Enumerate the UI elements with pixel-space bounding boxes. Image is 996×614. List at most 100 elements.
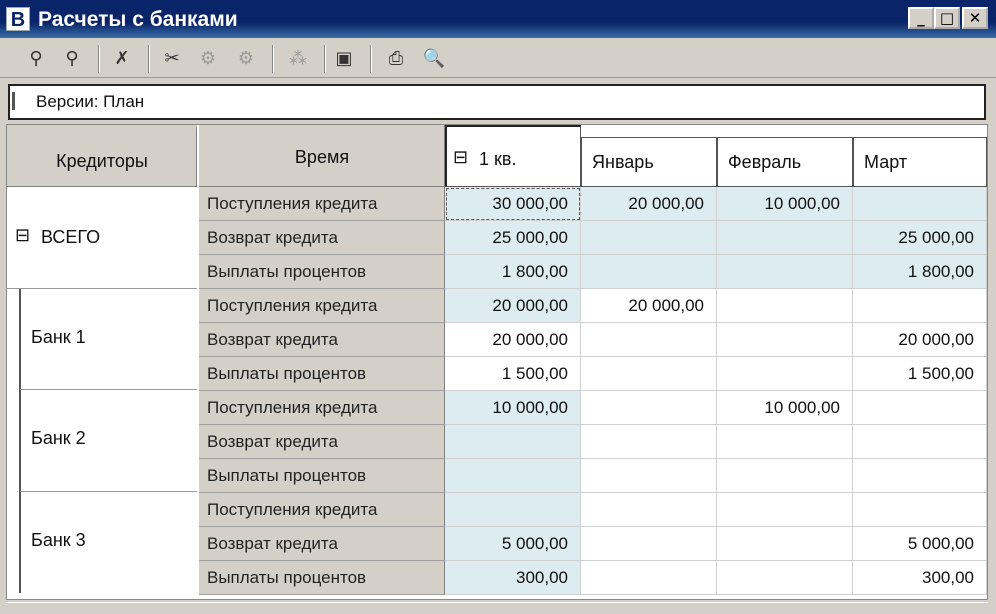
- preview-icon[interactable]: 🔍: [420, 46, 448, 72]
- data-cell[interactable]: [581, 391, 717, 425]
- data-cell[interactable]: [445, 425, 581, 459]
- group-bank-1[interactable]: Банк 1: [19, 289, 197, 390]
- print-icon[interactable]: ⎙: [382, 46, 410, 72]
- data-cell[interactable]: 20 000,00: [445, 323, 581, 357]
- data-cell[interactable]: [717, 221, 853, 255]
- group-total[interactable]: ⊟ ВСЕГО: [7, 187, 197, 289]
- data-cell[interactable]: [853, 425, 987, 459]
- data-cell[interactable]: 20 000,00: [581, 187, 717, 221]
- pivot-grid: Кредиторы Время ⊟ 1 кв. Январь Февраль М…: [6, 124, 988, 600]
- row-label[interactable]: Поступления кредита: [199, 187, 445, 221]
- data-cell[interactable]: [717, 561, 853, 595]
- data-cell[interactable]: [717, 357, 853, 391]
- data-cell[interactable]: [717, 459, 853, 493]
- row-label[interactable]: Возврат кредита: [199, 527, 445, 561]
- row-label[interactable]: Поступления кредита: [199, 289, 445, 323]
- version-field[interactable]: Версии: План: [8, 84, 986, 120]
- group-label: ВСЕГО: [41, 227, 101, 247]
- maximize-button[interactable]: □: [934, 7, 960, 29]
- quarter-label: 1 кв.: [479, 149, 517, 169]
- data-cell[interactable]: [581, 255, 717, 289]
- data-cell[interactable]: [581, 357, 717, 391]
- data-cell[interactable]: [717, 527, 853, 561]
- close-button[interactable]: ✕: [962, 7, 988, 29]
- time-header[interactable]: Время: [199, 125, 445, 187]
- data-cell[interactable]: [717, 425, 853, 459]
- tree-icon: [12, 92, 26, 110]
- data-cell[interactable]: [581, 425, 717, 459]
- data-cell[interactable]: 5 000,00: [853, 527, 987, 561]
- data-cell[interactable]: [717, 323, 853, 357]
- data-cell[interactable]: 10 000,00: [717, 187, 853, 221]
- column-header-quarter[interactable]: ⊟ 1 кв.: [445, 125, 581, 187]
- february-label: Февраль: [728, 152, 802, 172]
- toolbar-separator: [370, 45, 372, 73]
- data-cell[interactable]: 25 000,00: [445, 221, 581, 255]
- row-label[interactable]: Поступления кредита: [199, 391, 445, 425]
- row-label[interactable]: Возврат кредита: [199, 323, 445, 357]
- data-cell[interactable]: 300,00: [853, 561, 987, 595]
- row-label[interactable]: Выплаты процентов: [199, 357, 445, 391]
- row-label[interactable]: Выплаты процентов: [199, 459, 445, 493]
- drill-icon[interactable]: ✂: [158, 46, 186, 72]
- column-header-march[interactable]: Март: [853, 137, 987, 187]
- row-label[interactable]: Поступления кредита: [199, 493, 445, 527]
- data-cell[interactable]: [581, 459, 717, 493]
- save-icon[interactable]: ▣: [330, 46, 358, 72]
- data-cell[interactable]: 10 000,00: [717, 391, 853, 425]
- expand-icon[interactable]: ⚙: [194, 46, 222, 72]
- data-cell[interactable]: 1 500,00: [445, 357, 581, 391]
- data-cell[interactable]: 30 000,00: [445, 187, 581, 221]
- data-cell[interactable]: 20 000,00: [853, 323, 987, 357]
- group-label: Банк 3: [31, 530, 86, 550]
- group-label: Банк 1: [31, 327, 86, 347]
- data-cell[interactable]: [853, 493, 987, 527]
- data-cell[interactable]: [445, 459, 581, 493]
- data-cell[interactable]: [581, 561, 717, 595]
- group-bank-3[interactable]: Банк 3: [19, 492, 197, 593]
- toolbar-separator: [272, 45, 274, 73]
- data-cell[interactable]: 1 800,00: [445, 255, 581, 289]
- filter-icon[interactable]: ⚲: [22, 46, 50, 72]
- january-label: Январь: [592, 152, 654, 172]
- row-label[interactable]: Выплаты процентов: [199, 255, 445, 289]
- axis-swap-icon[interactable]: ⁂: [284, 46, 312, 72]
- column-header-february[interactable]: Февраль: [717, 137, 853, 187]
- data-cell[interactable]: 25 000,00: [853, 221, 987, 255]
- creditors-header[interactable]: Кредиторы: [7, 125, 197, 187]
- data-cell[interactable]: [853, 391, 987, 425]
- collapse-toggle-icon[interactable]: ⊟: [453, 147, 468, 168]
- data-cell[interactable]: [717, 289, 853, 323]
- row-label[interactable]: Возврат кредита: [199, 221, 445, 255]
- data-cell[interactable]: [581, 493, 717, 527]
- data-cell[interactable]: [581, 527, 717, 561]
- data-cell[interactable]: [445, 493, 581, 527]
- row-label[interactable]: Возврат кредита: [199, 425, 445, 459]
- group-bank-2[interactable]: Банк 2: [19, 390, 197, 492]
- cancel-row-icon[interactable]: ✗: [108, 46, 136, 72]
- data-cell[interactable]: 1 500,00: [853, 357, 987, 391]
- data-cell[interactable]: 5 000,00: [445, 527, 581, 561]
- column-header-january[interactable]: Январь: [581, 137, 717, 187]
- data-cell[interactable]: [853, 289, 987, 323]
- data-cell[interactable]: 20 000,00: [445, 289, 581, 323]
- version-label: Версии: План: [36, 92, 145, 111]
- filter-clear-icon[interactable]: ⚲: [58, 46, 86, 72]
- data-cell[interactable]: [717, 493, 853, 527]
- data-cell[interactable]: [853, 459, 987, 493]
- data-cell[interactable]: 1 800,00: [853, 255, 987, 289]
- collapse-icon[interactable]: ⚙: [232, 46, 260, 72]
- data-cell[interactable]: [717, 255, 853, 289]
- toolbar-separator: [148, 45, 150, 73]
- data-cell[interactable]: 300,00: [445, 561, 581, 595]
- data-cell[interactable]: 20 000,00: [581, 289, 717, 323]
- collapse-toggle-icon[interactable]: ⊟: [15, 225, 30, 246]
- minimize-button[interactable]: _: [908, 7, 934, 29]
- row-label[interactable]: Выплаты процентов: [199, 561, 445, 595]
- data-cell[interactable]: 10 000,00: [445, 391, 581, 425]
- data-cell[interactable]: [581, 323, 717, 357]
- data-cell[interactable]: [853, 187, 987, 221]
- title-bar: В Расчеты с банками _ □ ✕: [0, 0, 996, 38]
- data-cell[interactable]: [581, 221, 717, 255]
- group-label: Банк 2: [31, 428, 86, 448]
